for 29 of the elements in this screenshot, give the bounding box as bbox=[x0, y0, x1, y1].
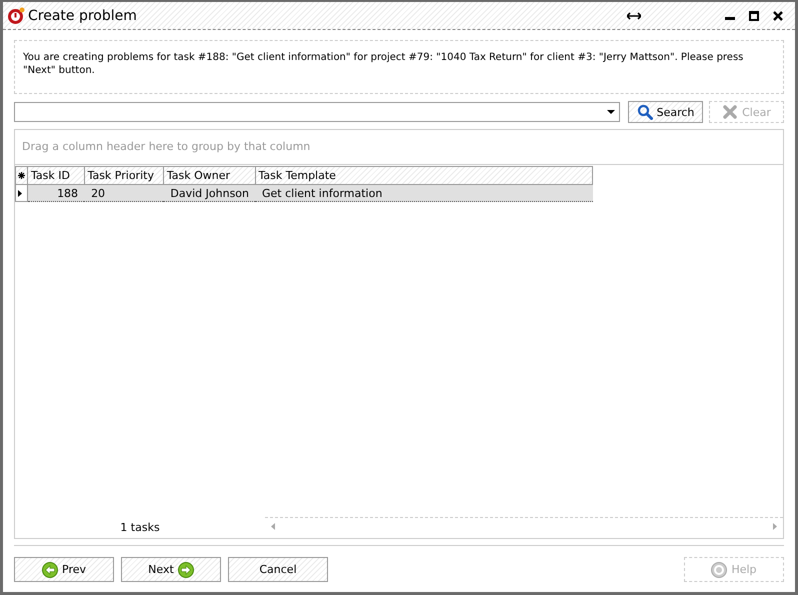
resize-icon bbox=[627, 12, 641, 20]
asterisk-icon bbox=[18, 172, 25, 179]
window-title: Create problem bbox=[28, 8, 138, 24]
search-icon bbox=[636, 104, 653, 120]
table-cell: David Johnson bbox=[163, 184, 255, 202]
table-cell: 188 bbox=[28, 184, 84, 202]
column-header[interactable]: Task Template bbox=[255, 166, 592, 184]
message-text: You are creating problems for task #188: "Get client information" for project #79: "1040 Tax Return" for client #3: "Jerry Mattson". Please press "Next" button. bbox=[23, 51, 744, 77]
prev-button[interactable]: Prev bbox=[14, 557, 114, 582]
column-header[interactable]: Task Owner bbox=[163, 166, 255, 184]
search-button[interactable]: Search bbox=[628, 101, 703, 123]
group-panel-hint: Drag a column header here to group by that column bbox=[15, 130, 783, 165]
record-count: 1 tasks bbox=[119, 520, 161, 534]
column-header[interactable]: Task Priority bbox=[84, 166, 164, 184]
scroll-right-icon bbox=[773, 523, 777, 530]
app-logo-icon bbox=[7, 6, 25, 24]
left-arrow-icon bbox=[42, 562, 58, 578]
table-cell: Get client information bbox=[255, 184, 592, 202]
maximize-icon bbox=[749, 10, 759, 20]
minimize-icon bbox=[725, 17, 735, 20]
help-icon bbox=[711, 562, 728, 578]
next-button[interactable]: Next bbox=[121, 557, 221, 582]
dropdown-arrow-icon bbox=[607, 110, 615, 114]
close-icon bbox=[722, 104, 738, 120]
scroll-left-icon bbox=[271, 523, 275, 530]
table-cell: 20 bbox=[84, 184, 164, 202]
cancel-button[interactable]: Cancel bbox=[228, 557, 328, 582]
close-icon bbox=[773, 10, 783, 20]
column-header[interactable]: Task ID bbox=[28, 166, 84, 184]
